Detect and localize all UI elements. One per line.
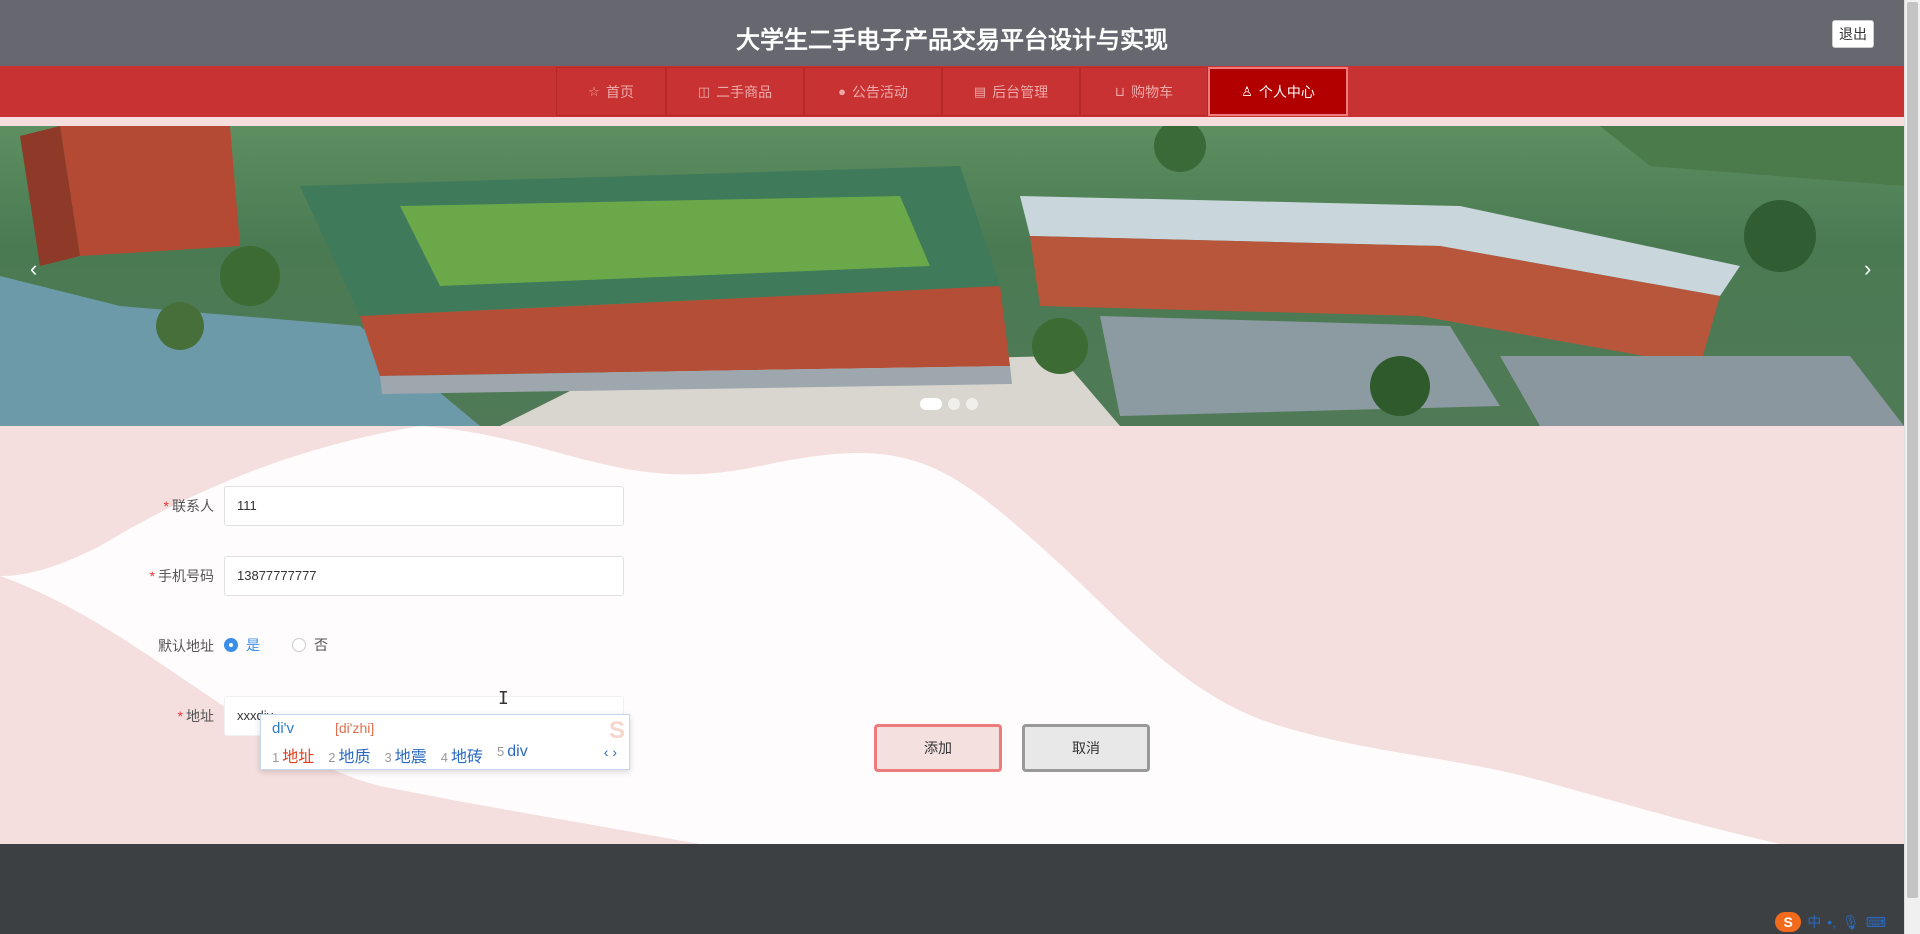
sogou-logo-icon[interactable]: S bbox=[1775, 912, 1802, 932]
ime-candidate[interactable]: 5 div bbox=[497, 743, 528, 767]
punctuation-toggle[interactable]: •, bbox=[1827, 914, 1836, 930]
banner-next-arrow[interactable]: › bbox=[1864, 256, 1871, 282]
address-form: * 联系人 111 * 手机号码 13877777777 默认地址 是 否 * 地址 … bbox=[94, 436, 1808, 834]
user-icon: ♙ bbox=[1241, 83, 1253, 99]
phone-input[interactable]: 13877777777 bbox=[224, 556, 624, 596]
nav-item[interactable]: ♙ 个人中心 bbox=[1208, 67, 1348, 116]
mic-icon[interactable]: 🎙 bbox=[1842, 914, 1860, 931]
banner-image bbox=[0, 126, 1904, 426]
nav-item-label: 二手商品 bbox=[716, 83, 773, 100]
main-nav: ☆ 首页 ◫ 二手商品 ● 公告活动 ▤ 后台管理 ⊔ 购物车 ♙ 个人中心 bbox=[0, 66, 1904, 117]
page-scrollbar[interactable] bbox=[1904, 0, 1920, 934]
radio-unselected-icon bbox=[292, 638, 306, 652]
ime-candidate-popup: di'v [di'zhi] 1 地址 2 地质 3 地震 4 地砖 5 div ‹ › S bbox=[260, 714, 630, 770]
text-cursor-icon: I bbox=[498, 688, 509, 709]
ime-candidate[interactable]: 4 地砖 bbox=[441, 743, 483, 767]
building-icon: ▤ bbox=[973, 83, 987, 99]
contact-label: * 联系人 bbox=[163, 498, 214, 514]
phone-label: * 手机号码 bbox=[149, 568, 214, 584]
star-icon: ☆ bbox=[588, 83, 600, 99]
ime-candidate[interactable]: 3 地震 bbox=[385, 743, 427, 767]
nav-item[interactable]: ▤ 后台管理 bbox=[942, 67, 1080, 116]
banner-prev-arrow[interactable]: ‹ bbox=[30, 256, 37, 282]
cancel-button[interactable]: 取消 bbox=[1022, 724, 1150, 772]
nav-list: ☆ 首页 ◫ 二手商品 ● 公告活动 ▤ 后台管理 ⊔ 购物车 ♙ 个人中心 bbox=[556, 67, 1348, 116]
banner-carousel: ‹ › bbox=[0, 126, 1904, 426]
default-yes-radio[interactable]: 是 bbox=[224, 635, 260, 655]
nav-item-label: 首页 bbox=[605, 83, 634, 100]
ime-pinyin: di'v bbox=[272, 720, 295, 737]
form-section: * 联系人 111 * 手机号码 13877777777 默认地址 是 否 * 地址 … bbox=[0, 426, 1904, 844]
site-title: 大学生二手电子产品交易平台设计与实现 bbox=[736, 27, 1168, 54]
info-icon: ● bbox=[838, 84, 846, 99]
carousel-dot[interactable] bbox=[966, 398, 978, 410]
logout-button[interactable]: 退出 bbox=[1832, 20, 1874, 48]
footer: S 中 •, 🎙 ⌨ bbox=[0, 844, 1904, 934]
ime-hint: [di'zhi] bbox=[335, 720, 375, 736]
add-button[interactable]: 添加 bbox=[874, 724, 1002, 772]
address-label: * 地址 bbox=[177, 708, 214, 724]
nav-item-label: 个人中心 bbox=[1258, 83, 1315, 100]
nav-item[interactable]: ● 公告活动 bbox=[804, 67, 942, 116]
default-no-radio[interactable]: 否 bbox=[292, 635, 328, 655]
nav-item-label: 公告活动 bbox=[851, 83, 908, 100]
page: 大学生二手电子产品交易平台设计与实现 退出 ☆ 首页 ◫ 二手商品 ● 公告活动 ▤ 后台管理… bbox=[0, 0, 1920, 934]
nav-item-label: 购物车 bbox=[1131, 83, 1174, 100]
carousel-dot[interactable] bbox=[920, 398, 942, 410]
top-header: 大学生二手电子产品交易平台设计与实现 退出 bbox=[0, 0, 1904, 66]
keyboard-icon[interactable]: ⌨ bbox=[1866, 914, 1886, 931]
cart-icon: ⊔ bbox=[1114, 83, 1126, 99]
contact-input[interactable]: 111 bbox=[224, 486, 624, 526]
carousel-dot[interactable] bbox=[948, 398, 960, 410]
nav-item[interactable]: ◫ 二手商品 bbox=[666, 67, 804, 116]
radio-selected-icon bbox=[224, 638, 238, 652]
ime-candidates: 1 地址 2 地质 3 地震 4 地砖 5 div bbox=[272, 743, 528, 767]
ime-page-arrows[interactable]: ‹ › bbox=[604, 744, 617, 760]
ime-candidate[interactable]: 2 地质 bbox=[328, 743, 370, 767]
required-mark: * bbox=[177, 708, 183, 724]
default-address-label: 默认地址 bbox=[158, 638, 214, 654]
ime-logo-icon: S bbox=[608, 717, 625, 744]
scrollbar-thumb[interactable] bbox=[1907, 2, 1918, 898]
required-mark: * bbox=[163, 498, 169, 514]
required-mark: * bbox=[149, 568, 155, 584]
bag-icon: ◫ bbox=[697, 83, 711, 99]
nav-item[interactable]: ☆ 首页 bbox=[556, 67, 666, 116]
ime-candidate[interactable]: 1 地址 bbox=[272, 743, 314, 767]
nav-item[interactable]: ⊔ 购物车 bbox=[1080, 67, 1208, 116]
nav-item-label: 后台管理 bbox=[992, 83, 1049, 100]
ime-mode-toggle[interactable]: 中 bbox=[1807, 912, 1821, 932]
ime-tray: S 中 •, 🎙 ⌨ bbox=[1775, 912, 1886, 932]
carousel-dots bbox=[920, 398, 978, 410]
